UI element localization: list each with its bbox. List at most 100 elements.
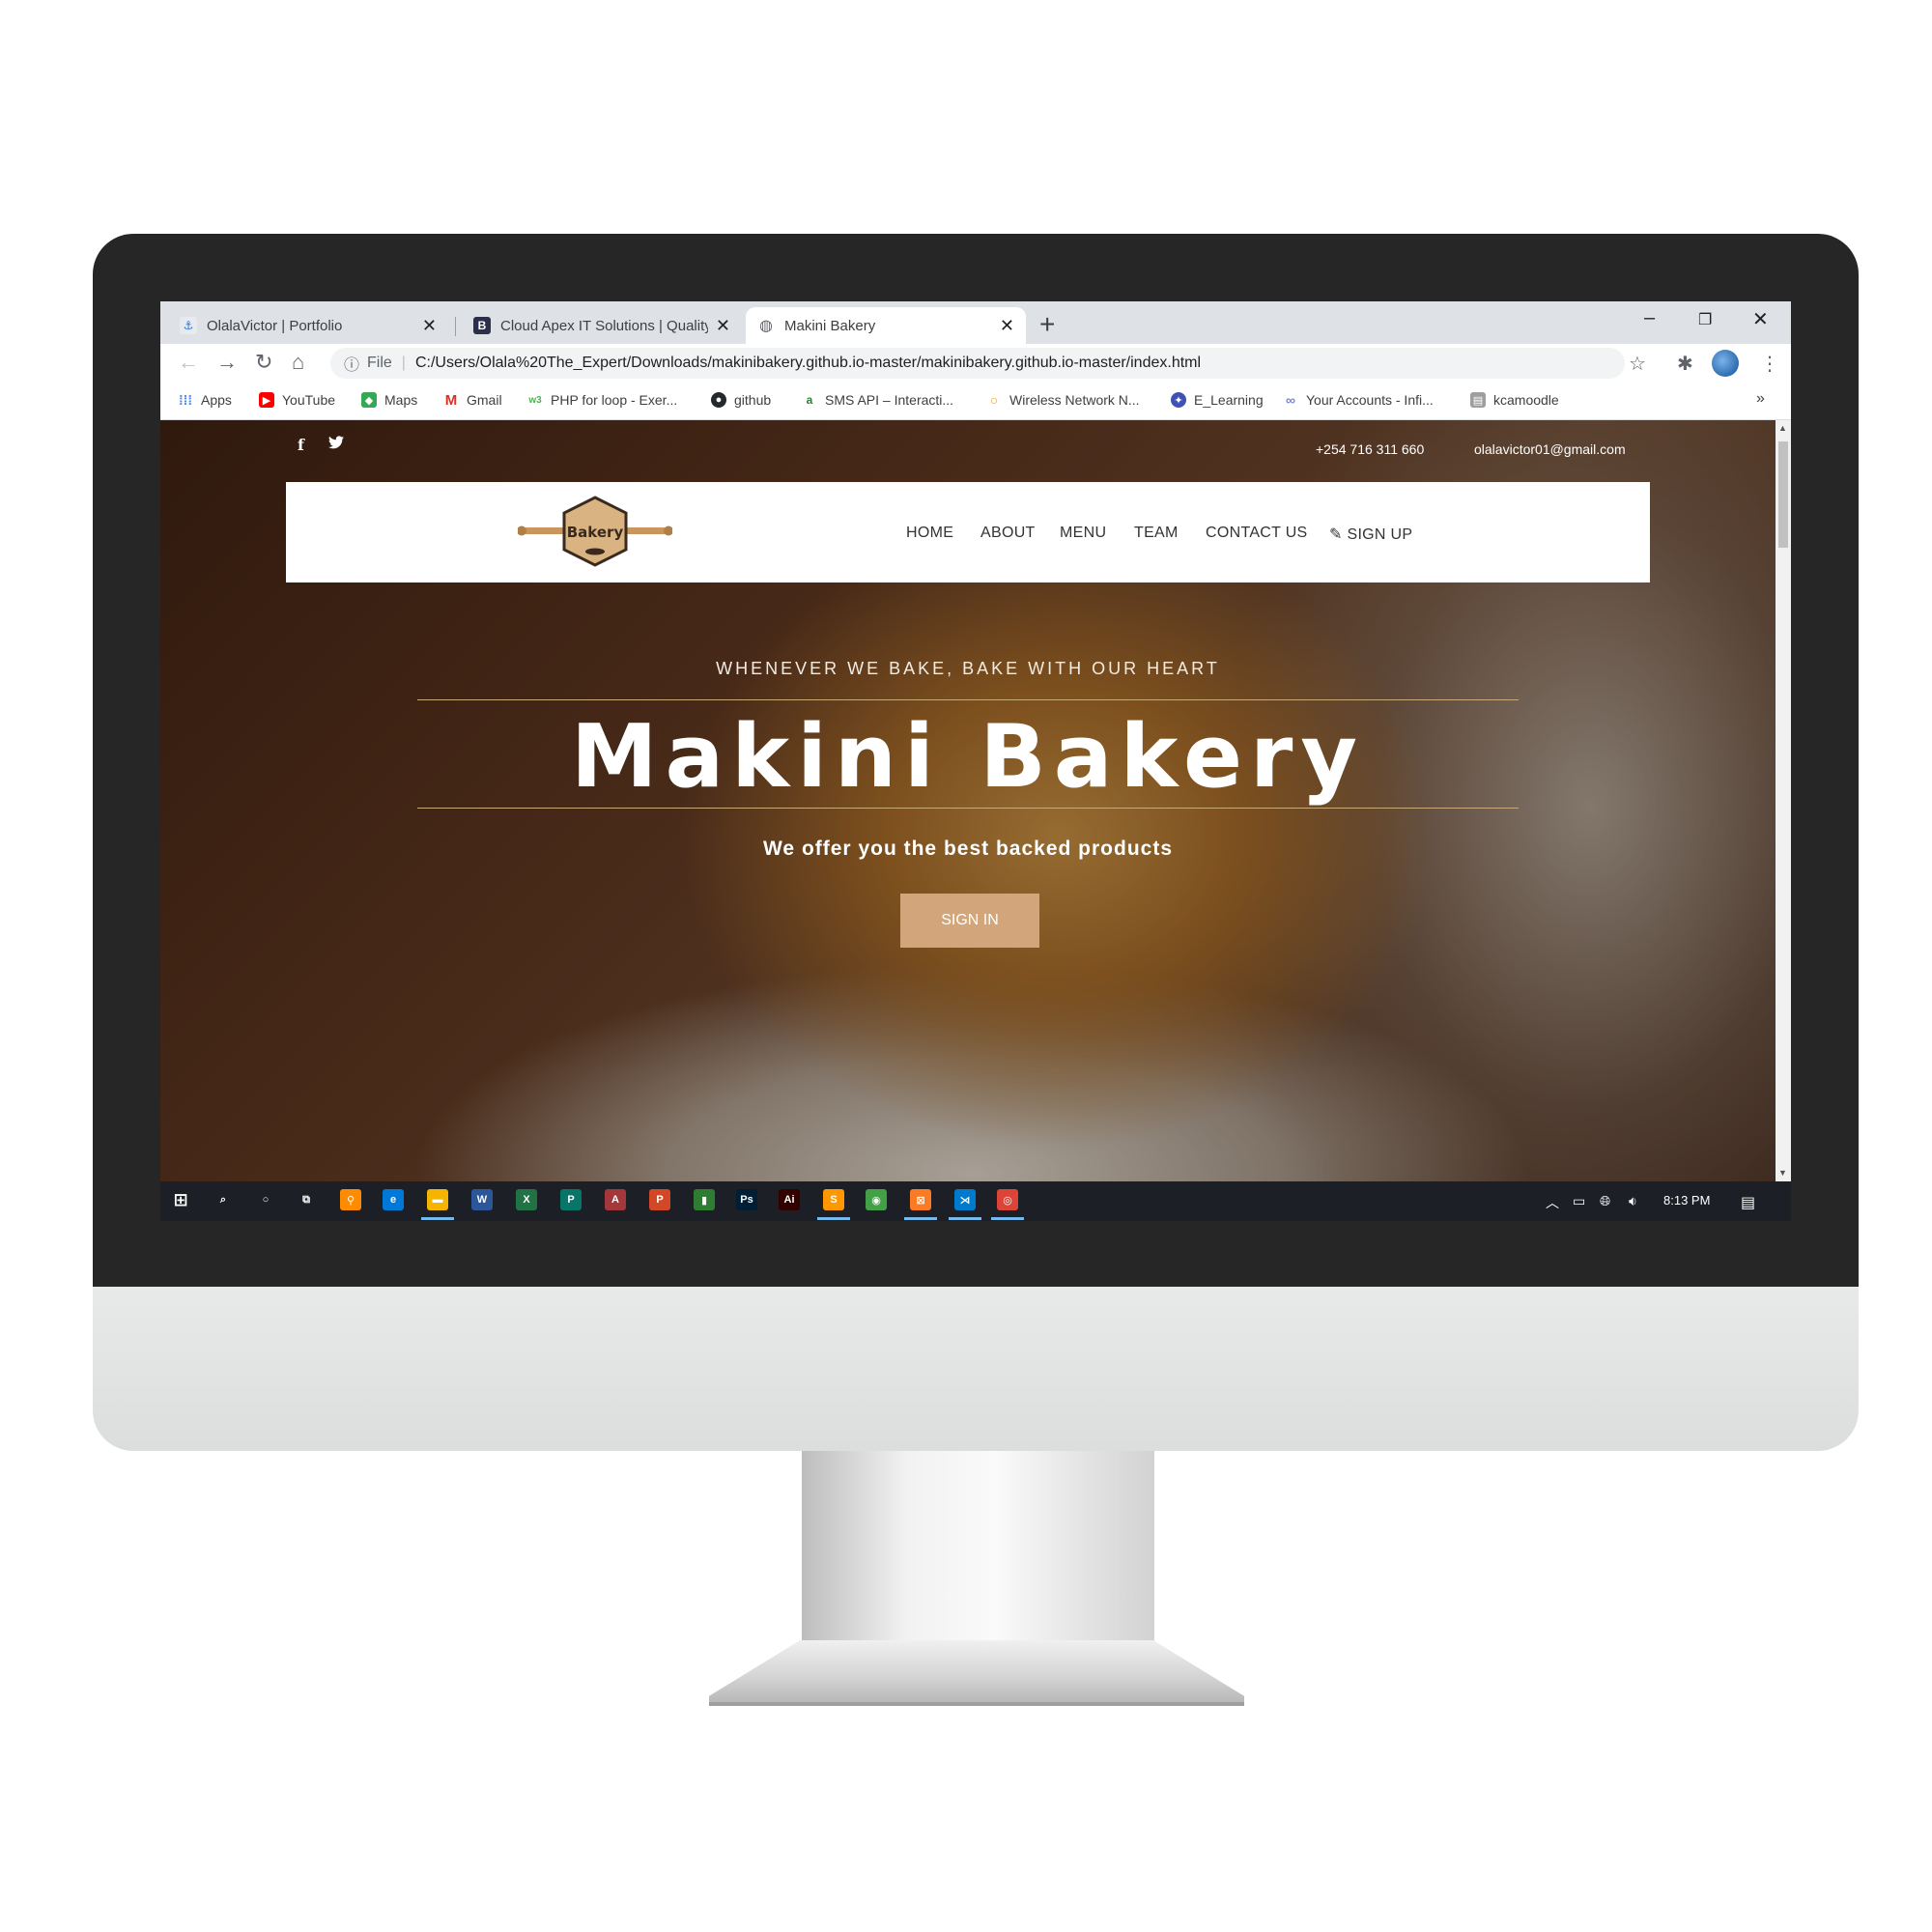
hero-subtitle: We offer you the best backed products (762, 838, 1173, 860)
twitter-icon[interactable] (328, 436, 344, 454)
nav-sign-up-label: SIGN UP (1347, 526, 1413, 543)
monitor-stand-neck (802, 1451, 1154, 1644)
close-icon[interactable]: ✕ (1000, 316, 1014, 336)
extensions-puzzle-icon[interactable]: ✱ (1677, 352, 1693, 376)
scrollbar-thumb[interactable] (1778, 441, 1788, 548)
hero-rule-top (417, 699, 1519, 700)
cortana-icon[interactable]: ○ (255, 1189, 276, 1210)
browser-tab-cloud-apex[interactable]: B Cloud Apex IT Solutions | Quality ✕ (462, 307, 742, 344)
email-address[interactable]: olalavictor01@gmail.com (1474, 441, 1626, 457)
sublime-icon[interactable]: S (823, 1189, 844, 1210)
window-close-button[interactable]: ✕ (1752, 307, 1769, 331)
profile-avatar[interactable] (1712, 350, 1739, 377)
back-arrow-icon[interactable]: ← (178, 350, 199, 375)
bookmark-label: SMS API – Interacti... (825, 392, 954, 408)
app-green-icon[interactable]: ◉ (866, 1189, 887, 1210)
bookmark-apps[interactable]: ⁞⁞⁞ Apps (178, 392, 232, 408)
browser-tab-makini-bakery[interactable]: ◍ Makini Bakery ✕ (746, 307, 1026, 344)
bookmarks-overflow-chevron-icon[interactable]: » (1756, 390, 1765, 408)
minimize-button[interactable]: – (1644, 307, 1655, 329)
bookmark-sms-api[interactable]: a SMS API – Interacti... (802, 392, 953, 408)
monitor-stand-foot (709, 1640, 1244, 1706)
search-app-icon[interactable]: ⚲ (340, 1189, 361, 1210)
facebook-icon[interactable]: f (298, 436, 304, 454)
edge-icon[interactable]: e (383, 1189, 404, 1210)
bookmark-star-icon[interactable]: ☆ (1629, 352, 1646, 376)
info-icon[interactable]: ⓘ (344, 352, 359, 375)
gmail-icon: M (444, 391, 458, 409)
page-scrollbar[interactable]: ▲ ▼ (1776, 420, 1791, 1181)
word-icon[interactable]: W (471, 1189, 493, 1210)
more-menu-icon[interactable]: ⋮ (1760, 352, 1779, 376)
home-icon[interactable]: ⌂ (292, 350, 304, 375)
restore-button[interactable]: ❐ (1698, 310, 1712, 329)
github-icon: ● (711, 392, 726, 408)
battery-icon[interactable]: ▭ (1573, 1193, 1585, 1209)
nav-team[interactable]: TEAM (1134, 525, 1179, 542)
nav-contact-us[interactable]: CONTACT US (1206, 525, 1308, 542)
search-taskbar-icon[interactable]: ⌕ (213, 1189, 234, 1210)
taskbar-running-indicator (949, 1217, 981, 1220)
bookmark-php-loop[interactable]: w3 PHP for loop - Exer... (527, 392, 677, 408)
bookmark-gmail[interactable]: M Gmail (443, 391, 502, 409)
moodle-icon: ▤ (1470, 392, 1486, 408)
tray-chevron-icon[interactable]: ︿ (1546, 1193, 1559, 1212)
bookmark-elearning[interactable]: ✦ E_Learning (1171, 392, 1264, 408)
nav-sign-up[interactable]: ✎ SIGN UP (1329, 525, 1412, 544)
scheme-label: File (367, 355, 392, 371)
bookmark-label: Apps (201, 392, 232, 408)
bookmark-label: Your Accounts - Infi... (1306, 392, 1434, 408)
bakery-logo[interactable]: Bakery (518, 494, 672, 571)
file-explorer-icon[interactable]: ▬ (427, 1189, 448, 1210)
publisher-icon[interactable]: P (560, 1189, 582, 1210)
sign-in-button[interactable]: SIGN IN (900, 894, 1039, 948)
excel-icon[interactable]: X (516, 1189, 537, 1210)
nav-home[interactable]: HOME (906, 525, 953, 542)
bookmark-kcamoodle[interactable]: ▤ kcamoodle (1470, 392, 1559, 408)
task-view-icon[interactable]: ⧉ (296, 1189, 317, 1210)
phone-number: +254 716 311 660 (1316, 441, 1425, 457)
new-tab-button[interactable]: + (1039, 309, 1055, 340)
bookmark-label: PHP for loop - Exer... (551, 392, 678, 408)
bookmark-wireless[interactable]: ○ Wireless Network N... (986, 392, 1140, 408)
access-icon[interactable]: A (605, 1189, 626, 1210)
windows-start-icon[interactable]: ⊞ (170, 1189, 191, 1210)
tab-title: Makini Bakery (784, 317, 876, 334)
youtube-icon: ▶ (259, 392, 274, 408)
xampp-icon[interactable]: ⊠ (910, 1189, 931, 1210)
edit-icon: ✎ (1329, 526, 1343, 543)
illustrator-icon[interactable]: Ai (779, 1189, 800, 1210)
tab-title: Cloud Apex IT Solutions | Quality (500, 317, 708, 334)
powerpoint-icon[interactable]: P (649, 1189, 670, 1210)
scroll-up-arrow-icon[interactable]: ▲ (1778, 423, 1787, 433)
network-globe-icon[interactable]: 🌐︎ (1600, 1193, 1610, 1209)
recycle-icon[interactable]: ▮ (694, 1189, 715, 1210)
vscode-icon[interactable]: ⋊ (954, 1189, 976, 1210)
nav-about[interactable]: ABOUT (980, 525, 1036, 542)
apps-icon: ⁞⁞⁞ (179, 392, 192, 408)
bookmark-your-accounts[interactable]: ∞ Your Accounts - Infi... (1283, 392, 1434, 408)
close-icon[interactable]: ✕ (422, 316, 437, 336)
anchor-icon: ⚓ (180, 317, 197, 334)
url-text[interactable]: C:/Users/Olala%20The_Expert/Downloads/ma… (415, 355, 1201, 372)
bookmark-youtube[interactable]: ▶ YouTube (259, 392, 335, 408)
address-bar[interactable]: ⓘ File | C:/Users/Olala%20The_Expert/Dow… (330, 348, 1625, 379)
wireless-icon: ○ (989, 392, 999, 408)
nav-menu[interactable]: MENU (1060, 525, 1106, 542)
volume-icon[interactable]: 🔉︎ (1629, 1193, 1637, 1209)
browser-tab-portfolio[interactable]: ⚓ OlalaVictor | Portfolio ✕ (168, 307, 448, 344)
hero-tagline: WHENEVER WE BAKE, BAKE WITH OUR HEART (716, 659, 1220, 678)
tab-title: OlalaVictor | Portfolio (207, 317, 343, 334)
taskbar-running-indicator (817, 1217, 850, 1220)
photoshop-icon[interactable]: Ps (736, 1189, 757, 1210)
bookmark-maps[interactable]: ◆ Maps (361, 392, 417, 408)
chrome-icon[interactable]: ◎ (997, 1189, 1018, 1210)
clock-time[interactable]: 8:13 PM (1663, 1193, 1710, 1208)
reload-icon[interactable]: ↻ (255, 350, 272, 375)
close-icon[interactable]: ✕ (716, 316, 730, 336)
notification-center-icon[interactable]: ▤ (1741, 1193, 1755, 1212)
forward-arrow-icon[interactable]: → (216, 350, 238, 375)
taskbar-running-indicator (904, 1217, 937, 1220)
bookmark-github[interactable]: ● github (711, 392, 771, 408)
scroll-down-arrow-icon[interactable]: ▼ (1778, 1168, 1787, 1178)
